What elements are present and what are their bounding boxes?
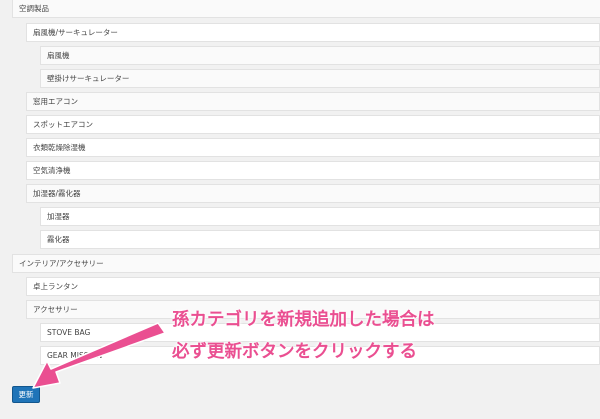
- annotation-text: 孫カテゴリを新規追加した場合は 必ず更新ボタンをクリックする: [172, 304, 435, 368]
- annotation-line-2: 必ず更新ボタンをクリックする: [172, 342, 417, 362]
- annotation-line-1: 孫カテゴリを新規追加した場合は: [172, 310, 435, 330]
